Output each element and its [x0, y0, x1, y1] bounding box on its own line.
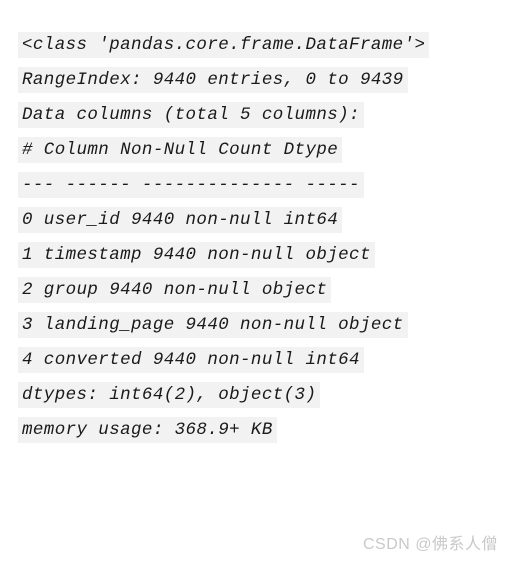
csdn-watermark: CSDN @佛系人僧	[362, 536, 498, 553]
info-line-column-3: 3 landing_page 9440 non-null object	[18, 312, 408, 338]
info-line-memory-usage: memory usage: 368.9+ KB	[18, 417, 277, 443]
info-line-column-1: 1 timestamp 9440 non-null object	[18, 242, 375, 268]
info-line-column-2: 2 group 9440 non-null object	[18, 277, 332, 303]
info-line-data-columns: Data columns (total 5 columns):	[18, 102, 364, 128]
info-line-table-separator: --- ------ -------------- -----	[18, 172, 364, 198]
info-line-class-repr: <class 'pandas.core.frame.DataFrame'>	[18, 32, 430, 58]
info-line-column-4: 4 converted 9440 non-null int64	[18, 347, 364, 373]
info-line-column-0: 0 user_id 9440 non-null int64	[18, 207, 343, 233]
info-line-range-index: RangeIndex: 9440 entries, 0 to 9439	[18, 67, 408, 93]
info-line-table-header: # Column Non-Null Count Dtype	[18, 137, 343, 163]
info-line-dtypes-summary: dtypes: int64(2), object(3)	[18, 382, 321, 408]
dataframe-info-output: <class 'pandas.core.frame.DataFrame'> Ra…	[18, 32, 430, 443]
